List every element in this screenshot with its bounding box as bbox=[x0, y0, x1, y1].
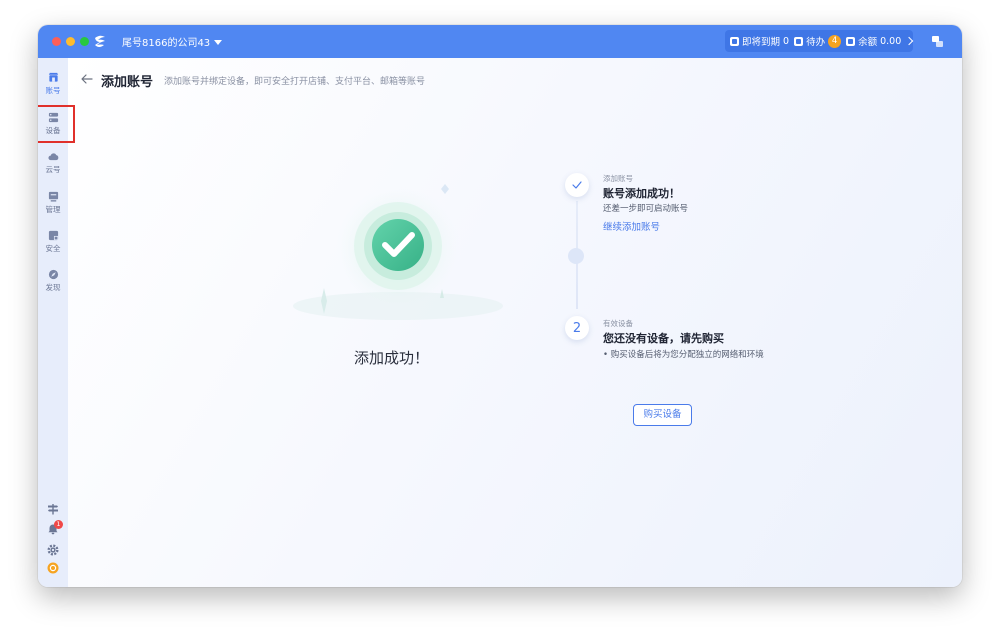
user-profile-icon[interactable] bbox=[931, 35, 944, 48]
sidebar-item-label: 发现 bbox=[45, 283, 61, 292]
step-2-indicator: 2 bbox=[565, 316, 589, 340]
sidebar-item-manage[interactable]: 管理 bbox=[38, 187, 68, 221]
app-logo-icon bbox=[95, 35, 105, 47]
todo-badge: 4 bbox=[828, 34, 842, 48]
expiring-label: 即将到期 bbox=[742, 37, 781, 48]
main-content: 添加账号 添加账号并绑定设备，即可安全打开店铺、支付平台、邮箱等账号 添加成功！… bbox=[68, 58, 962, 587]
sidebar-item-cloud[interactable]: 云号 bbox=[38, 147, 68, 181]
todo-label: 待办 bbox=[806, 37, 826, 48]
chevron-right-icon bbox=[905, 36, 914, 46]
step-2-number: 2 bbox=[572, 320, 582, 336]
step-1-indicator bbox=[565, 173, 589, 197]
gear-icon[interactable] bbox=[47, 544, 59, 556]
close-window-button[interactable] bbox=[52, 37, 61, 46]
balance-item[interactable]: 余额 0.00 bbox=[846, 34, 914, 48]
step-1-title: 账号添加成功！ bbox=[603, 187, 680, 200]
sidebar: 账号 设备 云号 管理 安全 发现 1 bbox=[38, 58, 68, 587]
discover-icon bbox=[48, 269, 58, 280]
support-icon[interactable] bbox=[47, 562, 59, 574]
step-2-desc-text: 购买设备后将为您分配独立的网络和环境 bbox=[610, 350, 764, 360]
todo-icon bbox=[794, 36, 804, 46]
wallet-icon bbox=[846, 36, 856, 46]
sidebar-item-device[interactable]: 设备 bbox=[38, 108, 68, 142]
step-1-tag: 添加账号 bbox=[603, 174, 633, 183]
balance-label: 余额 bbox=[858, 37, 878, 48]
manage-icon bbox=[48, 191, 58, 202]
sidebar-item-account[interactable]: 账号 bbox=[38, 68, 68, 102]
check-icon bbox=[572, 181, 582, 189]
account-icon bbox=[48, 72, 58, 82]
maximize-window-button[interactable] bbox=[80, 37, 89, 46]
continue-add-account-link[interactable]: 继续添加账号 bbox=[603, 219, 660, 233]
sidebar-item-label: 云号 bbox=[45, 165, 61, 174]
sidebar-item-discover[interactable]: 发现 bbox=[38, 265, 68, 299]
bell-badge: 1 bbox=[54, 520, 63, 529]
step-2-desc: • 购买设备后将为您分配独立的网络和环境 bbox=[603, 348, 764, 360]
signpost-icon[interactable] bbox=[47, 503, 59, 515]
balance-value: 0.00 bbox=[880, 35, 902, 47]
title-bar: 尾号8166的公司43 即将到期 0 待办 4 余额 0.00 bbox=[38, 25, 962, 58]
step-connector-dot bbox=[568, 248, 584, 264]
device-icon bbox=[48, 112, 58, 123]
expiring-count: 0 bbox=[783, 35, 790, 47]
company-name: 尾号8166的公司43 bbox=[122, 38, 211, 49]
status-panel: 即将到期 0 待办 4 余额 0.00 bbox=[725, 30, 914, 52]
bullet: • bbox=[603, 350, 611, 360]
company-selector[interactable]: 尾号8166的公司43 bbox=[122, 34, 223, 49]
minimize-window-button[interactable] bbox=[66, 37, 75, 46]
sidebar-item-security[interactable]: 安全 bbox=[38, 226, 68, 260]
cloud-icon bbox=[47, 153, 58, 161]
success-check-icon bbox=[293, 184, 503, 320]
clock-icon bbox=[730, 36, 739, 46]
buy-device-button[interactable]: 购买设备 bbox=[633, 404, 692, 426]
step-1-desc: 还差一步即可启动账号 bbox=[603, 204, 689, 214]
sidebar-item-label: 账号 bbox=[45, 86, 61, 95]
sidebar-item-label: 管理 bbox=[45, 205, 61, 214]
step-2-tag: 有效设备 bbox=[603, 319, 633, 328]
security-icon bbox=[48, 230, 58, 241]
success-message: 添加成功！ bbox=[354, 349, 430, 367]
page-subtitle: 添加账号并绑定设备，即可安全打开店铺、支付平台、邮箱等账号 bbox=[164, 77, 426, 87]
caret-down-icon bbox=[214, 39, 223, 45]
page-title: 添加账号 bbox=[101, 75, 154, 90]
expiring-item[interactable]: 即将到期 0 bbox=[730, 34, 789, 48]
step-2-title: 您还没有设备，请先购买 bbox=[603, 332, 724, 345]
app-window: 尾号8166的公司43 即将到期 0 待办 4 余额 0.00 账号 设备 云号… bbox=[38, 25, 962, 587]
todo-item[interactable]: 待办 4 bbox=[794, 34, 842, 48]
sidebar-item-label: 安全 bbox=[45, 244, 61, 253]
back-arrow-icon[interactable] bbox=[81, 74, 93, 84]
sidebar-item-label: 设备 bbox=[45, 126, 61, 135]
